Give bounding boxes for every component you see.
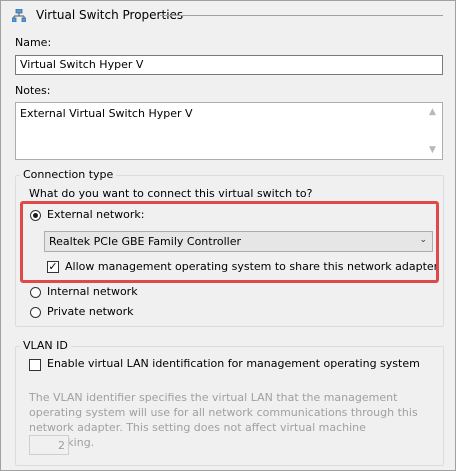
private-network-radio[interactable] [30,307,41,318]
vlan-description: The VLAN identifier specifies the virtua… [29,391,418,449]
network-switch-icon [12,9,26,22]
internal-network-radio[interactable] [30,287,41,298]
notes-textarea[interactable]: External Virtual Switch Hyper V ▲ ▼ [15,102,443,160]
scroll-down-icon[interactable]: ▼ [429,145,436,155]
header-divider [160,15,443,16]
scroll-up-icon[interactable]: ▲ [429,107,436,117]
name-input[interactable]: Virtual Switch Hyper V [15,55,443,75]
vlan-enable-checkbox[interactable] [29,359,41,371]
connection-question: What do you want to connect this virtual… [29,187,313,200]
notes-scrollbar[interactable]: ▲ ▼ [426,103,442,159]
vlan-id-input: 2 [29,435,69,455]
vlan-id-value: 2 [58,439,65,452]
vlan-enable-label[interactable]: Enable virtual LAN identification for ma… [47,357,420,370]
highlight-box [20,201,439,283]
internal-network-label[interactable]: Internal network [47,285,138,298]
private-network-label[interactable]: Private network [47,305,134,318]
vlan-group-title: VLAN ID [20,339,71,352]
notes-label: Notes: [15,84,51,97]
name-label: Name: [15,36,52,49]
connection-type-title: Connection type [20,168,117,181]
notes-text: External Virtual Switch Hyper V [20,107,193,120]
